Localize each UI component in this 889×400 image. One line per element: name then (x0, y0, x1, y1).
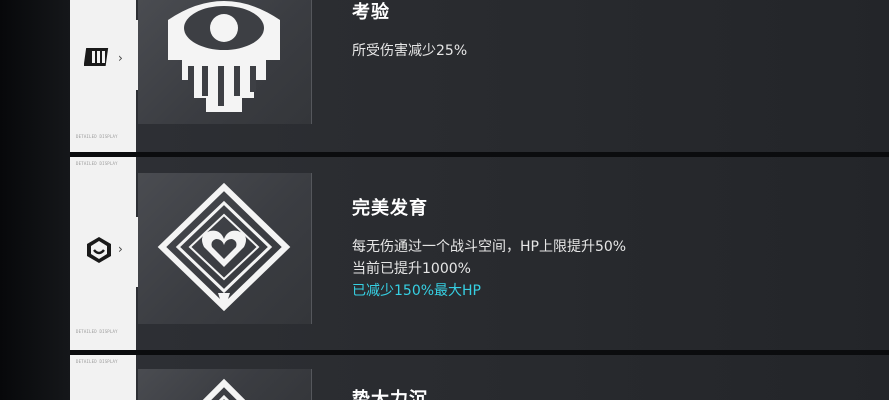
art-panel (138, 173, 312, 324)
card-side-tab: DETAILED DISPLAY (70, 355, 136, 400)
eye-emblem-icon (168, 1, 280, 112)
books-icon (84, 48, 109, 66)
hexagon-smile-icon (87, 237, 111, 263)
chevron-right-icon: › (118, 51, 123, 65)
side-tag: DETAILED DISPLAY (76, 359, 118, 364)
side-tag-bottom: DETAILED DISPLAY (76, 329, 118, 334)
card-desc-line-2: 当前已提升1000% (352, 261, 471, 277)
buff-card-trial[interactable]: DETAILED DISPLAY › 考验 所受伤害减少25% (70, 0, 889, 152)
card-desc-highlight: 已减少150%最大HP (352, 283, 481, 299)
card-desc-line-1: 每无伤通过一个战斗空间，HP上限提升50% (352, 239, 627, 255)
side-tag: DETAILED DISPLAY (76, 161, 118, 166)
side-tag: DETAILED DISPLAY (76, 134, 118, 139)
card-desc-line-1: 所受伤害减少25% (352, 43, 468, 59)
card-title: 势大力沉 (352, 389, 428, 400)
chevron-right-icon: › (118, 242, 123, 256)
buff-card-heavy-force[interactable]: DETAILED DISPLAY 势大力沉 (70, 355, 889, 400)
buff-card-perfect-growth[interactable]: DETAILED DISPLAY DETAILED DISPLAY › 完美发育… (70, 157, 889, 350)
card-title: 考验 (352, 2, 390, 23)
left-edge-strip (0, 0, 70, 400)
card-title: 完美发育 (352, 198, 428, 219)
art-panel (138, 0, 312, 124)
diamond-heart-emblem-icon (157, 182, 291, 312)
diamond-emblem-icon (202, 378, 246, 400)
card-side-tab: DETAILED DISPLAY (70, 0, 136, 152)
art-panel (138, 369, 312, 400)
